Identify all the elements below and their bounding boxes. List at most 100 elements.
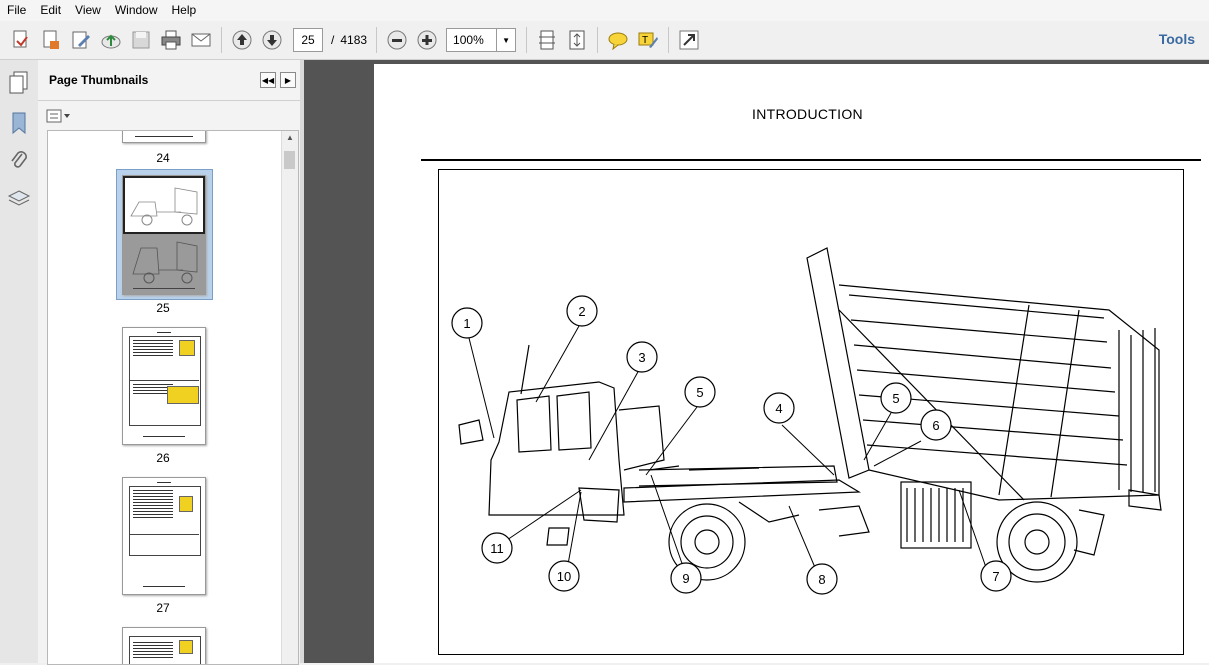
menu-edit[interactable]: Edit (33, 0, 68, 21)
save-icon (132, 31, 150, 49)
callout-label: 5 (892, 391, 899, 406)
plus-icon (417, 30, 437, 50)
layers-icon (7, 190, 31, 206)
mail-icon (191, 33, 211, 47)
zoom-out-button[interactable] (382, 25, 412, 55)
chevron-right-icon[interactable]: ▶ (280, 72, 296, 88)
callout-label: 9 (682, 571, 689, 586)
toolbar-separator (526, 27, 528, 53)
thumbnail-page-number: 25 (156, 301, 170, 315)
callout-label: 11 (490, 541, 504, 556)
fit-page-button[interactable] (562, 25, 592, 55)
page-thumbnails-panel: Page Thumbnails ◀◀ ▶ 24 25 26 27 ▲ (38, 60, 300, 665)
truck-illustration: 1 2 3 4 5 5 6 7 8 9 10 11 (451, 247, 1162, 595)
pages-icon (9, 71, 28, 94)
edit-icon (72, 31, 90, 49)
arrow-up-icon (232, 30, 252, 50)
toolbar-separator (221, 27, 222, 53)
page-heading: INTRODUCTION (752, 106, 863, 122)
callout-label: 10 (557, 569, 571, 584)
heading-rule (421, 159, 1201, 161)
document-page: INTRODUCTION 1 2 3 4 5 5 6 7 8 9 10 11 (374, 64, 1209, 663)
collapse-panel-button[interactable]: ◀◀ (260, 72, 276, 88)
page-thumbnail[interactable] (122, 131, 206, 143)
comment-icon (608, 32, 628, 51)
scrolling-mode-button[interactable] (532, 25, 562, 55)
callout-label: 4 (775, 401, 782, 416)
toolbar-separator (376, 27, 378, 53)
navigation-pane-icons (0, 60, 39, 663)
bookmark-icon (12, 112, 26, 135)
previous-page-button[interactable] (227, 25, 257, 55)
truck-illustration-thumbnail (132, 241, 198, 289)
paperclip-icon (11, 151, 27, 168)
callout-label: 6 (932, 418, 939, 433)
zoom-in-button[interactable] (412, 25, 442, 55)
callout-label: 2 (578, 304, 585, 319)
fit-page-icon (569, 30, 585, 50)
callout-label: 7 (992, 569, 999, 584)
export-icon (43, 30, 59, 49)
page-thumbnails-toggle[interactable] (0, 60, 38, 104)
zoom-value: 100% (453, 33, 484, 47)
thumbnail-shaded-area (123, 234, 205, 294)
layers-toggle[interactable] (0, 180, 38, 218)
toolbar-separator (668, 27, 670, 53)
chevron-down-icon[interactable]: ▼ (496, 29, 515, 51)
menu-file[interactable]: File (0, 0, 33, 21)
thumbnail-options-row (38, 100, 300, 131)
svg-text:T: T (642, 35, 648, 46)
figure-frame: 1 2 3 4 5 5 6 7 8 9 10 11 (438, 169, 1184, 655)
chevron-up-icon[interactable]: ▲ (282, 133, 298, 142)
callout-label: 5 (696, 385, 703, 400)
scroll-page-icon (539, 30, 556, 50)
thumbnail-page-number: 26 (156, 451, 170, 465)
options-menu-icon[interactable] (46, 108, 72, 124)
comment-button[interactable] (603, 25, 633, 55)
tools-button[interactable]: Tools (1159, 31, 1195, 47)
thumbnail-scrollbar[interactable]: ▲ (281, 131, 298, 664)
highlight-button[interactable]: T (633, 25, 663, 55)
callout-label: 3 (638, 350, 645, 365)
menu-bar: File Edit View Window Help (0, 0, 1209, 21)
expand-icon (679, 30, 699, 50)
highlighter-icon: T (638, 32, 659, 48)
callout-label: 1 (463, 316, 470, 331)
menu-help[interactable]: Help (165, 0, 204, 21)
email-button[interactable] (186, 25, 216, 55)
export-pdf-button[interactable] (36, 25, 66, 55)
thumbnail-view-region[interactable] (123, 176, 205, 234)
panel-title: Page Thumbnails (49, 73, 149, 87)
bookmarks-toggle[interactable] (0, 104, 38, 142)
page-thumbnail[interactable] (122, 477, 206, 595)
page-thumbnail[interactable] (122, 327, 206, 445)
toolbar-separator (597, 27, 599, 53)
menu-view[interactable]: View (68, 0, 108, 21)
page-thumbnail-current[interactable] (122, 175, 206, 295)
minus-icon (387, 30, 407, 50)
arrow-down-icon (262, 30, 282, 50)
page-number-input[interactable]: 25 (293, 28, 323, 52)
cloud-upload-button[interactable] (96, 25, 126, 55)
save-button[interactable] (126, 25, 156, 55)
create-pdf-icon (13, 30, 28, 48)
next-page-button[interactable] (257, 25, 287, 55)
cloud-upload-icon (101, 34, 121, 49)
scrollbar-thumb[interactable] (284, 151, 295, 169)
thumbnail-list[interactable]: 24 25 26 27 ▲ (47, 130, 299, 665)
page-count: 4183 (340, 33, 368, 47)
page-thumbnail[interactable] (122, 627, 206, 664)
truck-illustration-thumbnail (130, 187, 198, 226)
thumbnail-page-number: 24 (156, 151, 170, 165)
print-button[interactable] (156, 25, 186, 55)
page-separator: / (331, 33, 335, 47)
edit-pdf-button[interactable] (66, 25, 96, 55)
attachments-toggle[interactable] (0, 142, 38, 180)
thumbnail-page-number: 27 (156, 601, 170, 615)
toolbar: 25 / 4183 100% ▼ T Tools (0, 21, 1209, 60)
zoom-select[interactable]: 100% ▼ (446, 28, 517, 52)
full-screen-button[interactable] (674, 25, 704, 55)
menu-window[interactable]: Window (108, 0, 165, 21)
create-pdf-button[interactable] (6, 25, 36, 55)
panel-header: Page Thumbnails ◀◀ ▶ (38, 60, 300, 100)
